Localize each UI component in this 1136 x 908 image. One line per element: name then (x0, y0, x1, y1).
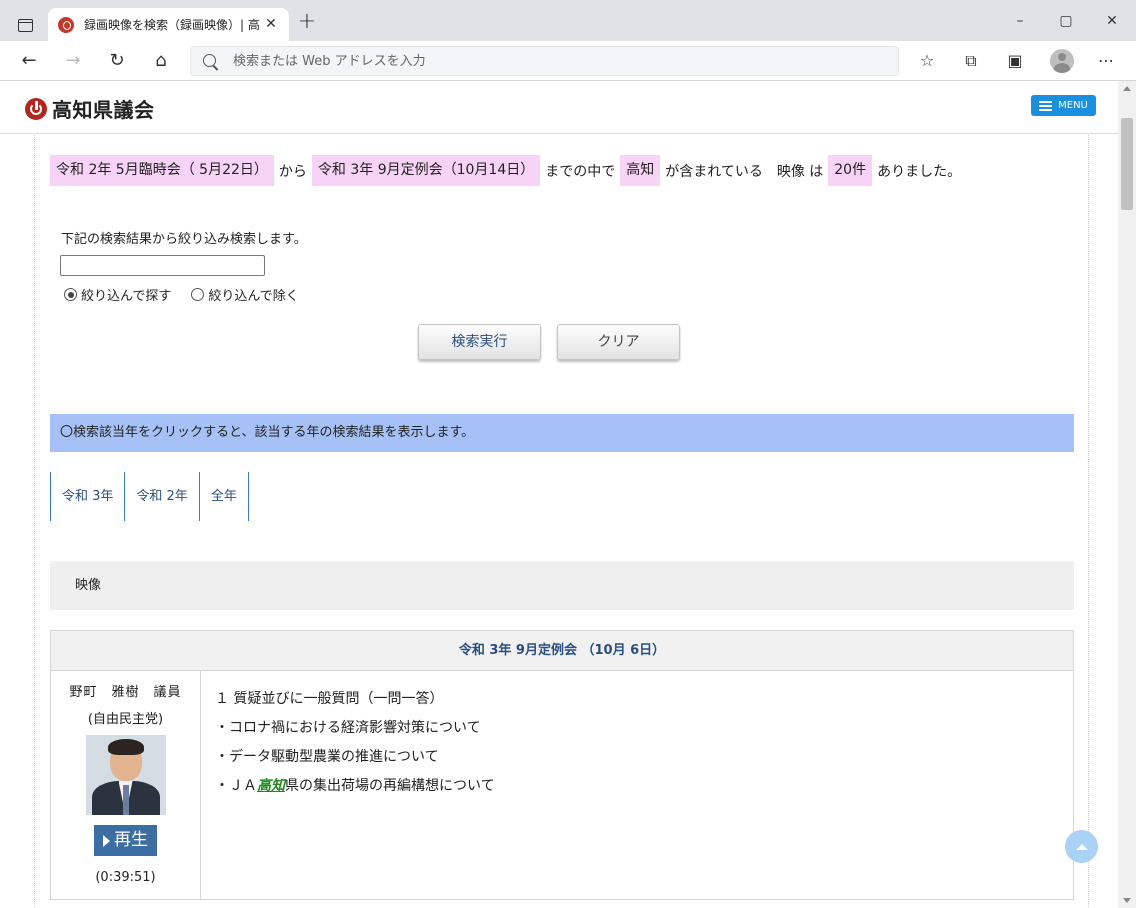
narrow-search-input[interactable] (60, 255, 265, 276)
assembly-emblem-icon (25, 97, 47, 120)
agenda-keyword-highlight: 高知 (257, 778, 285, 794)
agenda-item: ・コロナ禍における経済影響対策について (215, 720, 481, 736)
summary-result-word: ありました。 (877, 163, 962, 180)
tab-title: 録画映像を検索（録画映像）| 高 (84, 18, 260, 32)
search-summary: 令和 2年 5月臨時会（ 5月22日） から 令和 3年 9月定例会（10月14… (50, 155, 966, 186)
scroll-down-icon[interactable] (1123, 898, 1131, 903)
video-duration: (0:39:51) (95, 870, 156, 885)
agenda-item: ・データ駆動型農業の推進について (215, 749, 439, 765)
member-party: (自由民主党) (87, 712, 164, 727)
play-label: 再生 (114, 830, 148, 850)
site-header: 高知県議会 MENU (0, 81, 1136, 134)
scrollbar-thumb[interactable] (1121, 118, 1133, 210)
favorite-star-icon[interactable]: ☆ (916, 50, 938, 72)
more-menu-icon[interactable]: ⋯ (1095, 50, 1117, 72)
scroll-to-top-icon[interactable] (1065, 830, 1098, 863)
summary-count: 20件 (828, 155, 873, 186)
radio-include-label[interactable]: 絞り込んで探す (81, 285, 171, 304)
summary-keyword: 高知 (620, 155, 661, 186)
minimize-icon[interactable]: – (1010, 12, 1030, 32)
new-tab-icon[interactable]: + (296, 11, 318, 34)
refresh-icon[interactable]: ↻ (105, 49, 129, 73)
agenda-title: １ 質疑並びに一般質問（一問一答） (215, 691, 444, 707)
page-scrollbar[interactable] (1118, 81, 1136, 908)
browser-titlebar: 録画映像を検索（録画映像）| 高 ✕ + – ▢ ✕ (0, 0, 1136, 41)
tab-close-icon[interactable]: ✕ (263, 16, 279, 32)
summary-to-session: 令和 3年 9月定例会（10月14日） (311, 155, 541, 186)
agenda-item: ・ＪＡ高知県の集出荷場の再編構想について (215, 772, 495, 801)
maximize-icon[interactable]: ▢ (1056, 12, 1076, 32)
session-title: 令和 3年 9月定例会 （10月 6日） (51, 631, 1073, 671)
tab-actions-icon[interactable] (12, 12, 38, 38)
browser-essentials-icon[interactable]: ▣ (1004, 50, 1026, 72)
content-border-right (1088, 135, 1089, 908)
browser-toolbar: ← → ↻ ⌂ ☆ ⧉ ▣ ⋯ (0, 41, 1136, 81)
play-triangle-icon (103, 834, 110, 847)
address-bar[interactable] (190, 46, 899, 76)
member-name: 野町 雅樹 議員 (69, 685, 182, 700)
search-icon (203, 54, 216, 67)
narrow-mode-radios: 絞り込んで探す 絞り込んで除く (64, 285, 319, 304)
member-cell: 野町 雅樹 議員 (自由民主党) 再生 (0:39:51) (51, 671, 201, 899)
year-tab-reiwa-3[interactable]: 令和 3年 (50, 472, 124, 521)
window-close-icon[interactable]: ✕ (1102, 12, 1122, 32)
collections-icon[interactable]: ⧉ (960, 50, 982, 72)
site-favicon-icon (58, 16, 74, 33)
narrow-search-label: 下記の検索結果から絞り込み検索します。 (61, 232, 307, 247)
content-border-left (34, 135, 35, 908)
member-photo (85, 735, 166, 815)
home-icon[interactable]: ⌂ (149, 49, 173, 73)
back-arrow-icon[interactable]: ← (17, 49, 41, 73)
address-input[interactable] (233, 51, 833, 71)
year-tab-reiwa-2[interactable]: 令和 2年 (124, 472, 198, 521)
result-table: 令和 3年 9月定例会 （10月 6日） 野町 雅樹 議員 (自由民主党) 再生… (50, 630, 1074, 900)
agenda-item-prefix: ・ＪＡ (215, 778, 257, 794)
year-tab-all[interactable]: 全年 (198, 472, 249, 521)
radio-include[interactable] (64, 288, 77, 301)
clear-button[interactable]: クリア (557, 324, 680, 360)
year-filter-tabs: 令和 3年 令和 2年 全年 (50, 472, 249, 521)
radio-exclude[interactable] (191, 288, 205, 301)
radio-exclude-label[interactable]: 絞り込んで除く (208, 285, 298, 304)
logo-text: 高知県議会 (52, 98, 155, 122)
page-content: 令和 2年 5月臨時会（ 5月22日） から 令和 3年 9月定例会（10月14… (0, 135, 1118, 908)
summary-within-word: までの中で (545, 163, 616, 180)
table-row: 野町 雅樹 議員 (自由民主党) 再生 (0:39:51) １ 質疑並びに一般質… (51, 671, 1073, 899)
section-heading: 映像 (50, 561, 1074, 610)
site-logo[interactable]: 高知県議会 (25, 94, 155, 123)
menu-button[interactable]: MENU (1031, 95, 1096, 116)
scroll-up-icon[interactable] (1123, 86, 1131, 91)
year-filter-notice: 〇検索該当年をクリックすると、該当する年の検索結果を表示します。 (50, 414, 1074, 452)
hamburger-icon (1039, 100, 1053, 111)
summary-from-session: 令和 2年 5月臨時会（ 5月22日） (50, 155, 274, 186)
summary-contains-word: が含まれている 映像 は (665, 163, 824, 180)
browser-tab[interactable]: 録画映像を検索（録画映像）| 高 ✕ (48, 8, 289, 41)
search-execute-button[interactable]: 検索実行 (418, 324, 541, 360)
agenda-cell: １ 質疑並びに一般質問（一問一答） ・コロナ禍における経済影響対策について ・デ… (201, 671, 509, 899)
agenda-item-suffix: 県の集出荷場の再編構想について (285, 778, 495, 794)
play-button[interactable]: 再生 (94, 825, 157, 856)
profile-avatar-icon[interactable] (1050, 49, 1074, 73)
summary-from-word: から (278, 163, 307, 180)
menu-label: MENU (1058, 100, 1088, 111)
forward-arrow-icon[interactable]: → (61, 49, 85, 73)
